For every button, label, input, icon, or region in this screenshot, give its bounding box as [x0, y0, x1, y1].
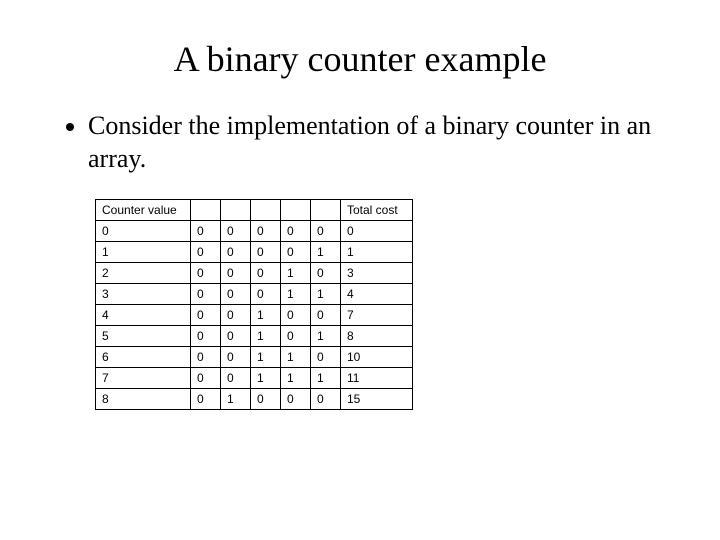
cell-cost: 3	[341, 263, 413, 284]
cell-bit: 0	[221, 368, 251, 389]
counter-table: Counter value Total cost 0 0 0 0 0 0 0 1…	[95, 199, 413, 410]
bullet-list: Consider the implementation of a binary …	[60, 110, 660, 175]
table-row: 5 0 0 1 0 1 8	[96, 326, 413, 347]
cell-bit: 1	[251, 368, 281, 389]
cell-cost: 10	[341, 347, 413, 368]
cell-cost: 15	[341, 389, 413, 410]
cell-bit: 0	[251, 284, 281, 305]
cell-bit: 0	[281, 389, 311, 410]
header-bit-2	[251, 200, 281, 221]
cell-counter: 7	[96, 368, 191, 389]
cell-bit: 0	[281, 305, 311, 326]
header-total-cost: Total cost	[341, 200, 413, 221]
cell-cost: 0	[341, 221, 413, 242]
bullet-item: Consider the implementation of a binary …	[88, 110, 660, 175]
cell-bit: 0	[311, 221, 341, 242]
cell-counter: 8	[96, 389, 191, 410]
cell-cost: 4	[341, 284, 413, 305]
cell-bit: 1	[251, 305, 281, 326]
cell-bit: 1	[281, 347, 311, 368]
header-bit-4	[191, 200, 221, 221]
cell-counter: 4	[96, 305, 191, 326]
cell-bit: 1	[251, 326, 281, 347]
cell-bit: 0	[251, 221, 281, 242]
cell-bit: 0	[281, 242, 311, 263]
cell-counter: 1	[96, 242, 191, 263]
table-row: 0 0 0 0 0 0 0	[96, 221, 413, 242]
cell-bit: 0	[221, 326, 251, 347]
cell-bit: 0	[311, 389, 341, 410]
cell-bit: 0	[191, 284, 221, 305]
cell-bit: 0	[251, 242, 281, 263]
cell-counter: 5	[96, 326, 191, 347]
cell-bit: 0	[191, 368, 221, 389]
cell-bit: 0	[221, 242, 251, 263]
table-row: 8 0 1 0 0 0 15	[96, 389, 413, 410]
cell-bit: 0	[191, 326, 221, 347]
header-bit-1	[281, 200, 311, 221]
table-container: Counter value Total cost 0 0 0 0 0 0 0 1…	[95, 199, 720, 410]
cell-bit: 0	[281, 326, 311, 347]
cell-bit: 1	[221, 389, 251, 410]
cell-counter: 2	[96, 263, 191, 284]
cell-bit: 0	[251, 389, 281, 410]
cell-bit: 0	[311, 305, 341, 326]
table-header-row: Counter value Total cost	[96, 200, 413, 221]
cell-counter: 6	[96, 347, 191, 368]
table-row: 1 0 0 0 0 1 1	[96, 242, 413, 263]
table-row: 6 0 0 1 1 0 10	[96, 347, 413, 368]
cell-cost: 1	[341, 242, 413, 263]
table-row: 2 0 0 0 1 0 3	[96, 263, 413, 284]
cell-bit: 1	[281, 263, 311, 284]
header-bit-0	[311, 200, 341, 221]
table-row: 4 0 0 1 0 0 7	[96, 305, 413, 326]
slide-title: A binary counter example	[0, 0, 720, 110]
cell-bit: 0	[221, 347, 251, 368]
cell-counter: 3	[96, 284, 191, 305]
cell-bit: 0	[251, 263, 281, 284]
cell-bit: 0	[191, 347, 221, 368]
cell-bit: 0	[281, 221, 311, 242]
cell-cost: 7	[341, 305, 413, 326]
cell-bit: 1	[311, 326, 341, 347]
header-counter-value: Counter value	[96, 200, 191, 221]
cell-bit: 1	[311, 368, 341, 389]
cell-bit: 1	[281, 368, 311, 389]
cell-bit: 0	[221, 221, 251, 242]
table-row: 3 0 0 0 1 1 4	[96, 284, 413, 305]
cell-cost: 8	[341, 326, 413, 347]
cell-bit: 0	[191, 263, 221, 284]
cell-bit: 0	[221, 305, 251, 326]
cell-bit: 1	[311, 284, 341, 305]
cell-bit: 0	[191, 242, 221, 263]
cell-counter: 0	[96, 221, 191, 242]
cell-bit: 0	[191, 221, 221, 242]
cell-bit: 0	[311, 263, 341, 284]
cell-bit: 1	[311, 242, 341, 263]
header-bit-3	[221, 200, 251, 221]
cell-bit: 1	[251, 347, 281, 368]
cell-bit: 0	[191, 389, 221, 410]
cell-bit: 0	[191, 305, 221, 326]
cell-bit: 0	[221, 263, 251, 284]
slide: A binary counter example Consider the im…	[0, 0, 720, 540]
cell-bit: 0	[221, 284, 251, 305]
table-row: 7 0 0 1 1 1 11	[96, 368, 413, 389]
cell-bit: 0	[311, 347, 341, 368]
cell-cost: 11	[341, 368, 413, 389]
cell-bit: 1	[281, 284, 311, 305]
